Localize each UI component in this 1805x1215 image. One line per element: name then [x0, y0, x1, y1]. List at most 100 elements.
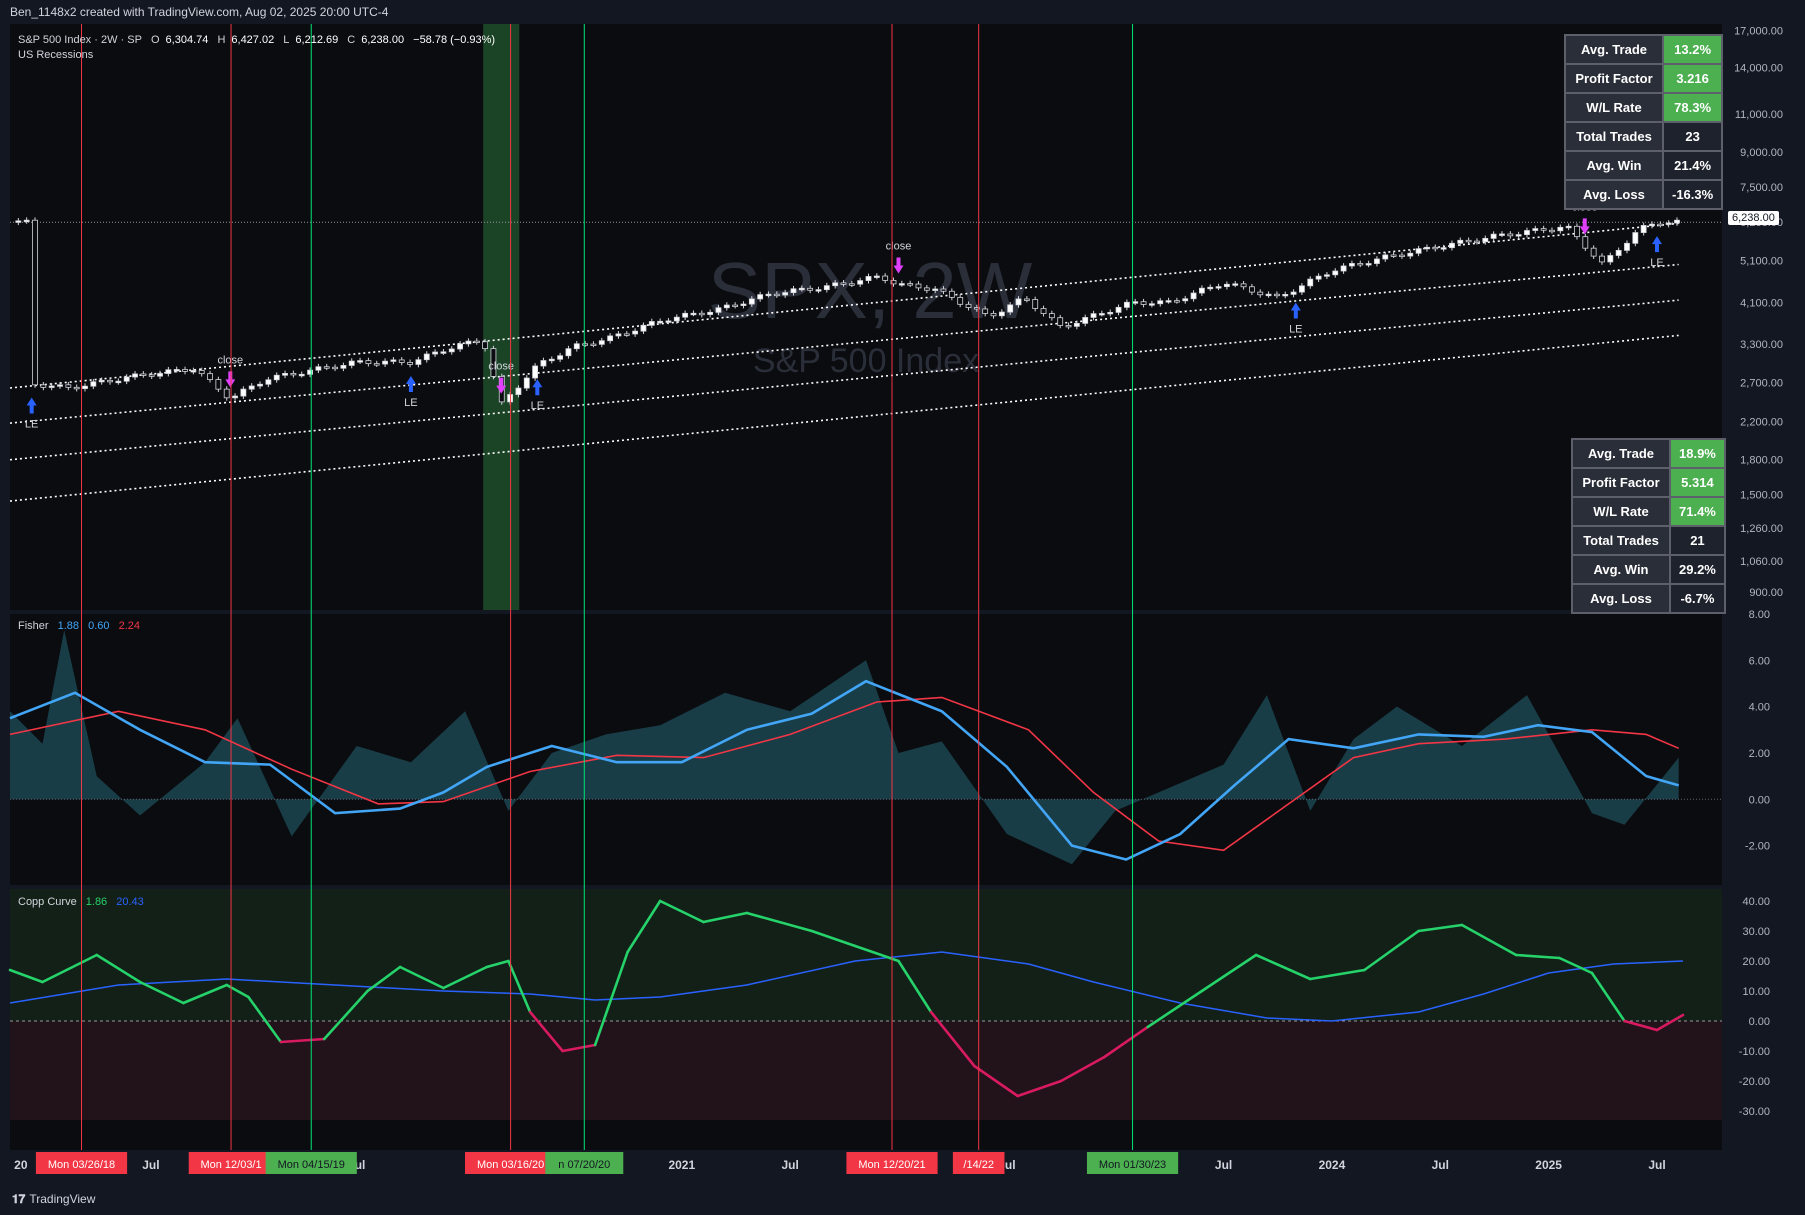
candle-body: [773, 293, 780, 297]
stats-row: Profit Factor 3.216: [1564, 63, 1724, 94]
candle-body: [407, 361, 413, 365]
candle-body: [632, 330, 639, 335]
candle-body: [223, 388, 230, 399]
recession-overlay-label[interactable]: US Recessions: [18, 49, 501, 61]
price-axis-tick: 5,100.00: [1740, 256, 1783, 268]
candle-body: [615, 333, 622, 337]
candle-body: [257, 383, 263, 387]
candle-body: [757, 294, 764, 300]
candle-body: [807, 287, 814, 291]
candle-body: [1007, 304, 1014, 313]
candle-body: [1257, 291, 1264, 296]
copp-name: Copp Curve: [18, 896, 77, 908]
candle-body: [1532, 228, 1539, 231]
candle-body: [1365, 263, 1372, 266]
candle-body: [790, 288, 797, 294]
copp-axis-tick: -10.00: [1739, 1046, 1770, 1058]
candle-body: [723, 304, 730, 309]
candle-body: [298, 373, 305, 377]
stats-value: -6.7%: [1669, 583, 1726, 614]
candle-body: [165, 369, 172, 374]
candle-body: [273, 374, 280, 381]
stats-row: Profit Factor 5.314: [1571, 467, 1726, 498]
candle-body: [23, 219, 30, 223]
candle-body: [707, 311, 714, 315]
candle-body: [190, 370, 197, 373]
candle-body: [1090, 313, 1097, 318]
candle-body: [115, 380, 122, 384]
candle-body: [348, 360, 355, 366]
fisher-legend[interactable]: Fisher 1.88 0.60 2.24: [18, 620, 146, 632]
candle-body: [1474, 240, 1480, 244]
stats-value: 23: [1661, 121, 1724, 152]
candle-body: [148, 374, 155, 377]
signal-label-le: LE: [1650, 257, 1663, 269]
candle-body: [1499, 233, 1505, 236]
candle-body: [1032, 299, 1039, 309]
stats-row: Avg. Win 29.2%: [1571, 554, 1726, 585]
candle-body: [1515, 234, 1522, 237]
candle-body: [1040, 308, 1047, 314]
tradingview-logo-icon[interactable]: 𝟏𝟕: [12, 1192, 25, 1206]
candle-body: [40, 384, 47, 388]
close-value: 6,238.00: [361, 34, 405, 46]
candle-body: [1065, 324, 1072, 328]
candle-body: [1649, 223, 1655, 227]
candle-body: [582, 343, 589, 346]
candle-body: [882, 275, 889, 281]
candle-body: [507, 394, 513, 403]
candle-body: [65, 384, 72, 388]
candle-body: [598, 340, 605, 345]
candle-body: [532, 365, 539, 379]
candle-body: [1590, 247, 1597, 257]
candle-body: [1599, 255, 1605, 263]
candle-body: [1232, 283, 1239, 286]
price-axis-tick: 17,000.00: [1734, 26, 1783, 38]
candle-body: [765, 293, 772, 297]
date-label-text: Mon 03/26/18: [48, 1159, 115, 1171]
candle-body: [965, 303, 972, 308]
time-axis-tick: 20: [14, 1158, 28, 1172]
signal-label-close: close: [217, 354, 243, 366]
candle-body: [590, 343, 597, 346]
candle-body: [182, 369, 188, 372]
candle-body: [1265, 293, 1272, 297]
fisher-axis-tick: 0.00: [1749, 794, 1770, 806]
stats-label: Avg. Loss: [1571, 583, 1671, 614]
candle-body: [1115, 306, 1122, 313]
candle-body: [473, 340, 480, 344]
chart-area[interactable]: SPX, 2W S&P 500 Index 17,000.00 14,000.00 11…: [0, 24, 1805, 1183]
candle-body: [607, 335, 614, 342]
candle-body: [815, 289, 822, 292]
candle-body: [548, 358, 555, 362]
candle-body: [1574, 225, 1580, 238]
signal-label-le: LE: [404, 397, 417, 409]
date-label-text: Mon 01/30/23: [1099, 1159, 1166, 1171]
attribution-bar: Ben_1148x2 created with TradingView.com,…: [0, 0, 1805, 24]
date-label-text: Mon 12/20/21: [858, 1159, 925, 1171]
candle-body: [1123, 301, 1130, 308]
brand-name[interactable]: TradingView: [29, 1192, 95, 1206]
candle-body: [573, 343, 580, 350]
time-axis-tick: 2025: [1535, 1158, 1562, 1172]
time-axis-tick: Jul: [1432, 1158, 1449, 1172]
candle-body: [923, 287, 930, 291]
candle-body: [1082, 317, 1089, 324]
candle-body: [1015, 298, 1022, 306]
candle-body: [90, 381, 97, 387]
candle-body: [523, 377, 530, 389]
candle-body: [998, 311, 1005, 317]
time-axis-tick: Jul: [142, 1158, 159, 1172]
candle-body: [1165, 300, 1172, 303]
candle-body: [1315, 275, 1322, 280]
candle-body: [1215, 286, 1222, 289]
copp-legend[interactable]: Copp Curve 1.86 20.43: [18, 896, 150, 908]
candle-body: [1449, 242, 1455, 249]
candle-body: [823, 285, 830, 291]
candle-body: [1282, 294, 1289, 297]
candle-body: [1157, 300, 1164, 305]
signal-label-le: LE: [25, 419, 38, 431]
candle-body: [1657, 223, 1664, 227]
stats-row: Avg. Trade 18.9%: [1571, 438, 1726, 469]
candle-body: [715, 307, 722, 313]
